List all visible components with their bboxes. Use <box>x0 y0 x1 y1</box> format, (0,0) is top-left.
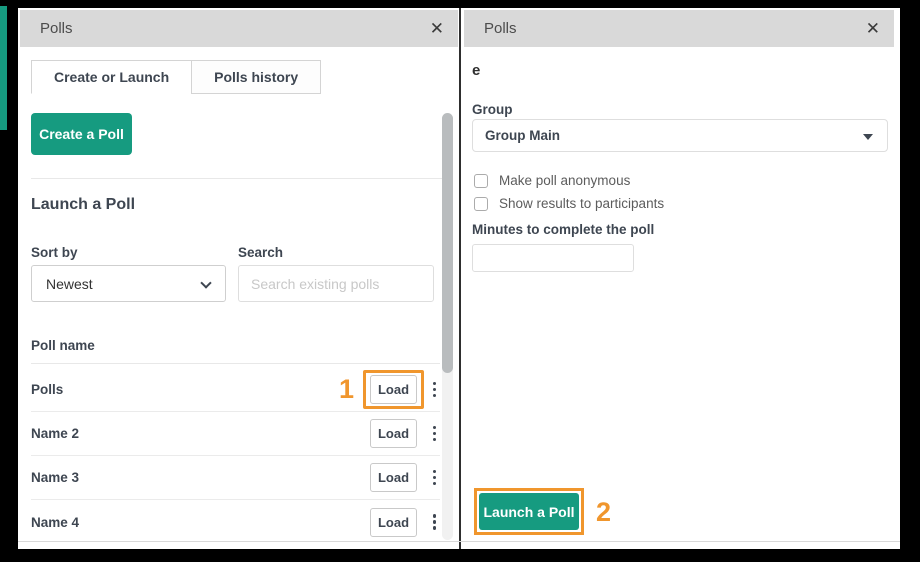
caret-down-icon <box>863 134 873 140</box>
more-options-icon[interactable] <box>429 466 441 490</box>
search-input[interactable] <box>238 265 434 302</box>
background-accent-strip <box>0 6 7 130</box>
sort-by-select[interactable]: Newest <box>31 265 226 302</box>
divider <box>31 178 447 179</box>
left-panel-tabs: Create or Launch Polls history <box>31 60 322 94</box>
poll-row-name: Name 4 <box>31 514 80 530</box>
poll-row-name-2: Name 2 Load <box>31 412 440 456</box>
sort-by-label: Sort by <box>31 245 78 260</box>
sort-by-value: Newest <box>46 275 93 292</box>
create-a-poll-button[interactable]: Create a Poll <box>31 113 132 155</box>
left-panel-title: Polls <box>40 20 73 37</box>
screen: Polls ✕ Create or Launch Polls history C… <box>0 0 920 562</box>
selected-poll-name: e <box>472 62 481 79</box>
left-panel-header: Polls ✕ <box>20 10 458 47</box>
poll-row-polls: Polls 1 Load <box>31 368 440 412</box>
poll-row-name-4: Name 4 Load <box>31 500 440 544</box>
checkbox-unchecked-icon[interactable] <box>474 173 488 188</box>
minutes-label: Minutes to complete the poll <box>472 222 655 237</box>
make-poll-anonymous-option[interactable]: Make poll anonymous <box>474 173 630 188</box>
poll-list: Polls 1 Load Name 2 Load Name 3 Load Nam… <box>31 368 440 544</box>
tab-create-or-launch[interactable]: Create or Launch <box>31 60 193 94</box>
more-options-icon[interactable] <box>429 378 441 402</box>
launch-a-poll-button[interactable]: Launch a Poll <box>479 493 579 530</box>
poll-row-name: Name 2 <box>31 426 80 441</box>
poll-name-column-header: Poll name <box>31 338 95 353</box>
load-button[interactable]: Load <box>370 375 417 404</box>
minutes-input[interactable] <box>472 244 634 272</box>
launch-a-poll-heading: Launch a Poll <box>31 196 136 213</box>
divider <box>18 541 900 542</box>
scrollbar-track[interactable] <box>442 113 453 540</box>
chevron-down-icon <box>200 277 212 289</box>
load-button[interactable]: Load <box>370 463 417 492</box>
group-select-value: Group Main <box>485 128 560 143</box>
tab-polls-history[interactable]: Polls history <box>191 60 322 94</box>
close-icon[interactable]: ✕ <box>430 20 444 37</box>
checkbox-label: Show results to participants <box>499 196 665 211</box>
show-results-option[interactable]: Show results to participants <box>474 196 664 211</box>
right-panel-header: Polls ✕ <box>464 10 894 47</box>
divider <box>31 363 440 364</box>
more-options-icon[interactable] <box>429 422 441 446</box>
tutorial-step-2-number: 2 <box>596 497 612 527</box>
panel-divider <box>459 8 461 549</box>
poll-row-name-3: Name 3 Load <box>31 456 440 500</box>
load-button[interactable]: Load <box>370 419 417 448</box>
tutorial-step-1-number: 1 <box>338 374 354 404</box>
load-button[interactable]: Load <box>370 507 417 537</box>
tutorial-highlight-box-2: Launch a Poll <box>474 488 584 535</box>
scrollbar-thumb[interactable] <box>442 113 453 373</box>
close-icon[interactable]: ✕ <box>866 20 880 37</box>
more-options-icon[interactable] <box>429 510 441 534</box>
checkbox-unchecked-icon[interactable] <box>474 196 488 211</box>
checkbox-label: Make poll anonymous <box>499 173 631 188</box>
group-select[interactable]: Group Main <box>472 119 888 152</box>
right-panel-title: Polls <box>484 20 517 37</box>
polls-dialog: Polls ✕ Create or Launch Polls history C… <box>18 8 900 549</box>
group-label: Group <box>472 102 513 117</box>
poll-row-name: Polls <box>31 382 64 397</box>
poll-row-name: Name 3 <box>31 470 80 485</box>
tutorial-highlight-box-1: Load <box>363 370 424 409</box>
search-label: Search <box>238 245 284 260</box>
